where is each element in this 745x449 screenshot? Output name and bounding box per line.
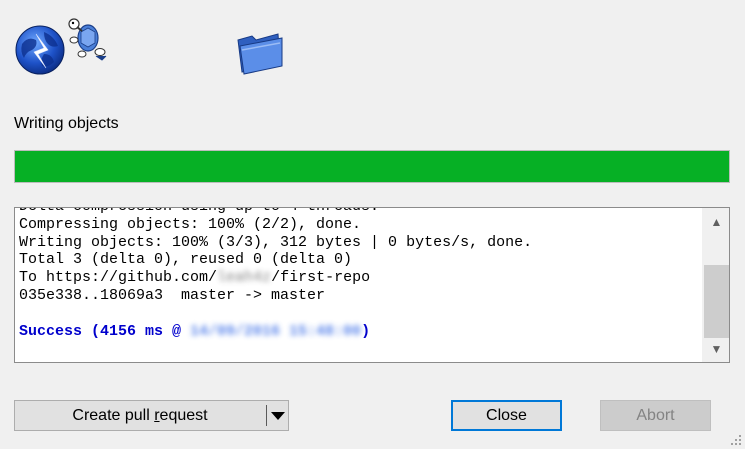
abort-button: Abort	[600, 400, 711, 431]
scroll-up-arrow-icon[interactable]: ▲	[703, 211, 729, 233]
log-line: Compressing objects: 100% (2/2), done.	[19, 215, 362, 233]
create-pull-request-split-button[interactable]: Create pull request	[14, 400, 289, 431]
globe-icon	[15, 25, 65, 75]
dropdown-arrow-icon[interactable]	[267, 401, 288, 430]
vertical-scrollbar[interactable]: ▲ ▼	[702, 208, 729, 362]
create-pull-request-label: Create pull request	[72, 406, 208, 424]
progress-dialog: Writing objects Delta compression using …	[0, 0, 745, 449]
log-line: Success (4156 ms @ 14/09/2016 15:48:00)	[19, 322, 371, 340]
log-line: Delta compression using up to 4 threads.	[19, 208, 699, 216]
create-pull-request-button[interactable]: Create pull request	[15, 401, 265, 430]
progress-bar	[14, 150, 730, 183]
tortoise-icon	[68, 18, 107, 61]
log-line: Total 3 (delta 0), reused 0 (delta 0)	[19, 251, 353, 269]
log-line: 035e338..18069a3 master -> master	[19, 286, 326, 304]
output-log[interactable]: Delta compression using up to 4 threads.…	[14, 207, 730, 363]
redacted-text: leah4z	[217, 269, 272, 287]
scroll-down-arrow-icon[interactable]: ▼	[703, 338, 729, 360]
scroll-thumb[interactable]	[704, 265, 729, 338]
log-line: Writing objects: 100% (3/3), 312 bytes |…	[19, 233, 533, 251]
redacted-text: 14/09/2016 15:48:00	[190, 322, 362, 340]
folder-icon	[237, 33, 283, 75]
progress-fill	[15, 151, 729, 182]
log-line: To https://github.com/leah4z/first-repo	[19, 269, 371, 287]
log-text: Delta compression using up to 4 threads.…	[19, 208, 699, 340]
close-button[interactable]: Close	[451, 400, 562, 431]
status-label: Writing objects	[14, 115, 119, 132]
resize-grip-icon[interactable]	[730, 434, 742, 446]
